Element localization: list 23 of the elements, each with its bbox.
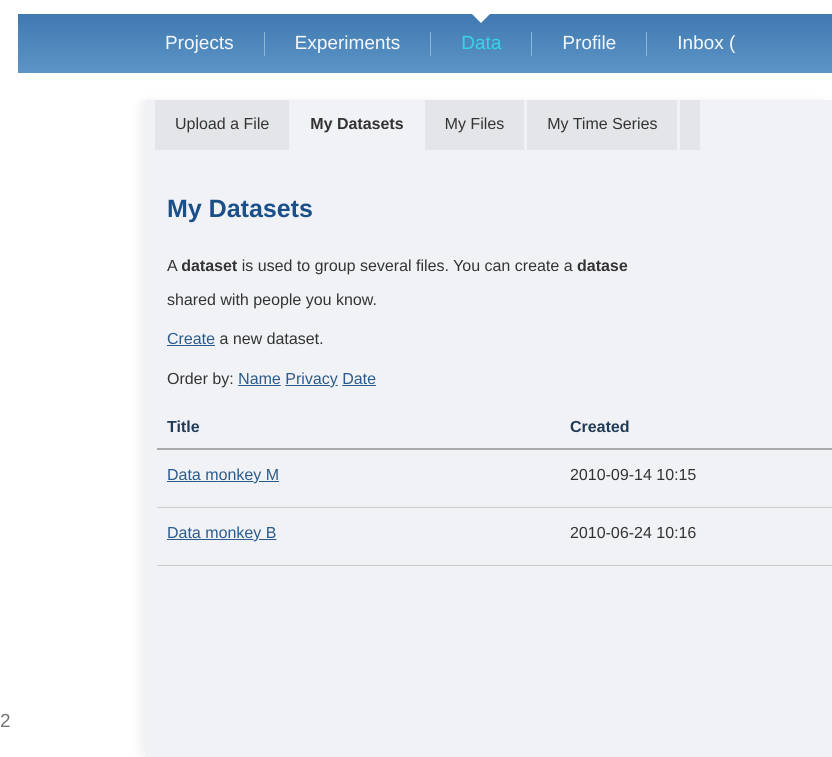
dataset-link[interactable]: Data monkey B [167, 525, 276, 542]
footer-text: 2 [0, 710, 11, 734]
create-text: a new dataset. [219, 331, 324, 348]
sort-link[interactable]: Name [238, 371, 281, 388]
sort-link[interactable]: Privacy [285, 371, 338, 388]
sub-tab[interactable]: Upload a File [155, 100, 290, 150]
nav-link[interactable]: Inbox ( [646, 32, 766, 56]
page-heading: My Datasets [167, 194, 314, 224]
nav-link[interactable]: Projects [165, 32, 264, 56]
nav-link[interactable]: Experiments [264, 32, 430, 56]
order-by-label: Order by: [167, 371, 234, 388]
column-header: Title [157, 408, 560, 449]
column-header: Created [560, 408, 832, 449]
created-date: 2010-09-14 10:15 [560, 449, 832, 508]
sub-tab[interactable]: My Files [424, 100, 524, 150]
sort-link[interactable]: Date [342, 371, 376, 388]
sub-tab[interactable]: My Time Series [527, 100, 678, 150]
nav-link[interactable]: Profile [531, 32, 646, 56]
intro-paragraph: A dataset is used to group several files. You can create a datase shared with people you know. [167, 257, 629, 311]
dataset-link[interactable]: Data monkey M [167, 467, 280, 484]
created-date: 2010-06-24 10:16 [560, 508, 832, 566]
create-link[interactable]: Create [167, 331, 216, 348]
pointer-notch [472, 14, 490, 23]
